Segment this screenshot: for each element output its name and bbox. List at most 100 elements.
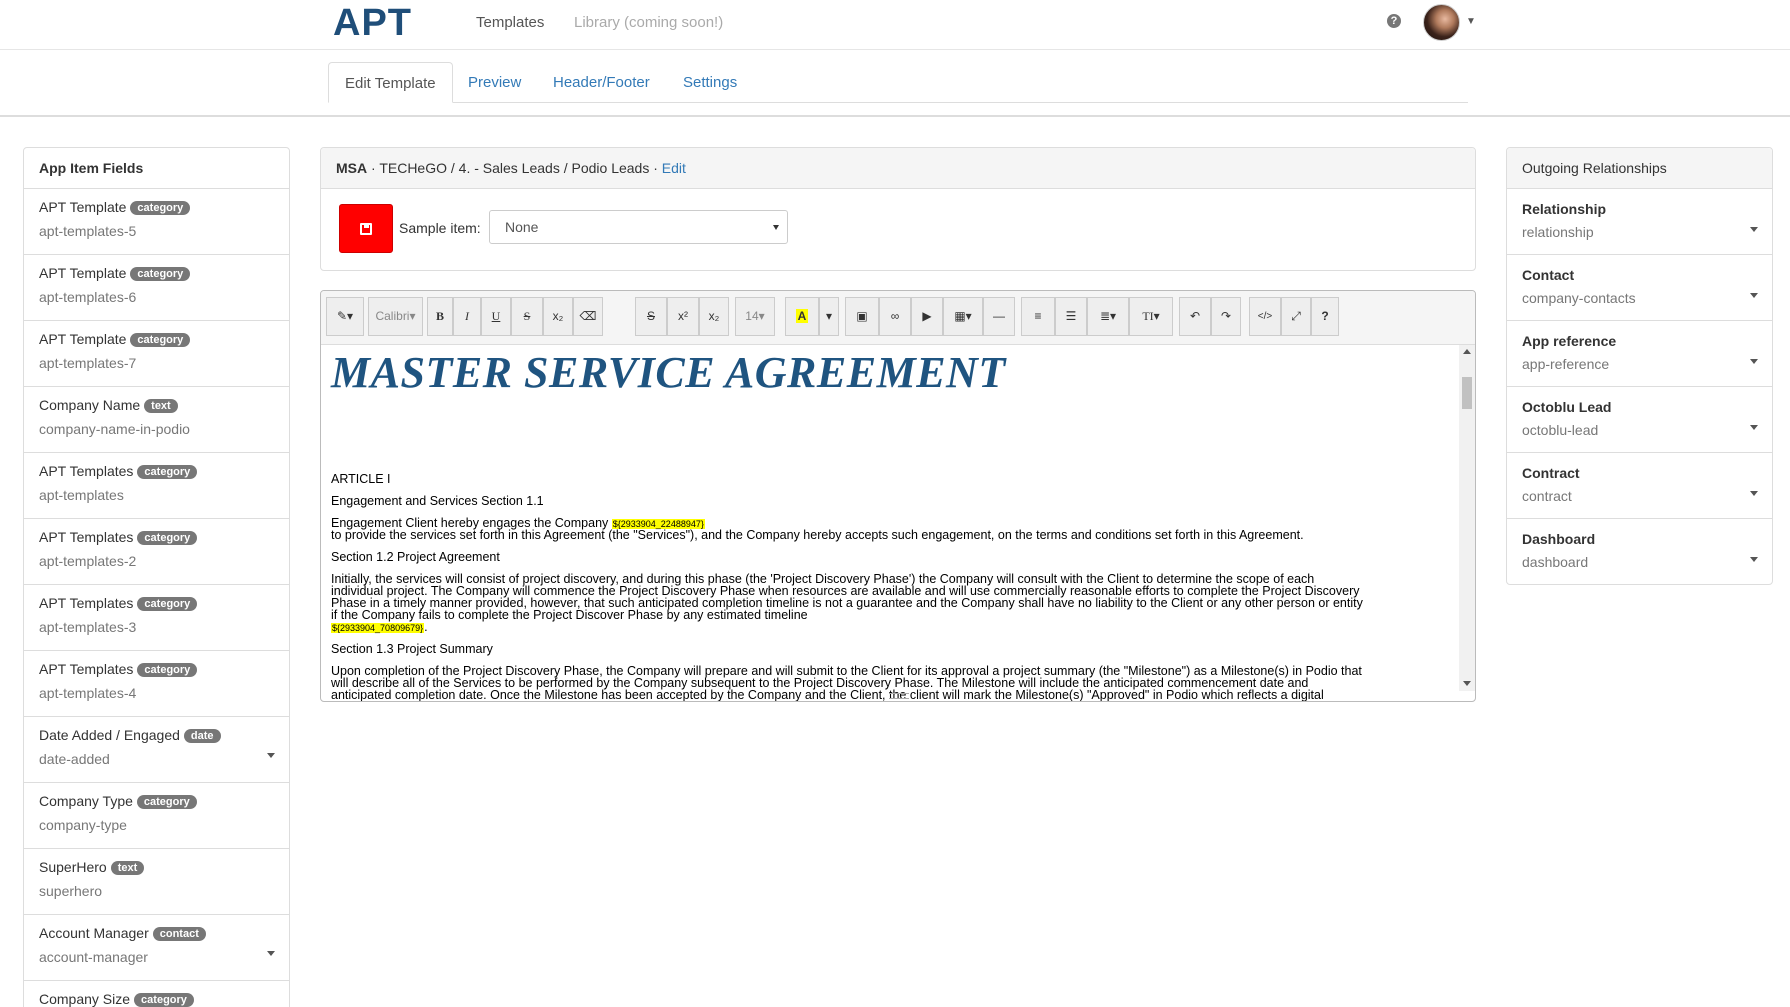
caret-down-icon[interactable]: [1750, 557, 1758, 562]
superscript-button[interactable]: x²: [667, 297, 699, 336]
caret-down-icon[interactable]: [1750, 293, 1758, 298]
bold-button[interactable]: B: [427, 297, 453, 336]
field-item[interactable]: SuperHero text superhero: [24, 849, 289, 915]
caret-down-icon[interactable]: [267, 753, 275, 758]
caret-down-icon[interactable]: [1750, 491, 1758, 496]
field-type-badge: category: [137, 597, 198, 611]
save-button[interactable]: [339, 204, 393, 253]
nav-templates-link[interactable]: Templates: [476, 14, 544, 31]
caret-down-icon[interactable]: ▼: [1466, 16, 1476, 27]
strikethrough-button[interactable]: S: [511, 297, 543, 336]
field-item[interactable]: APT Template category apt-templates-6: [24, 255, 289, 321]
field-slug: apt-templates-7: [39, 355, 137, 371]
field-item[interactable]: APT Templates category apt-templates-4: [24, 651, 289, 717]
relationship-slug: dashboard: [1522, 554, 1589, 570]
code-view-icon[interactable]: </>: [1249, 297, 1281, 336]
relationship-item[interactable]: Dashboard dashboard: [1507, 519, 1772, 585]
engagement-line-2: to provide the services set forth in thi…: [331, 528, 1304, 542]
scroll-thumb[interactable]: [1462, 377, 1472, 409]
user-avatar[interactable]: [1423, 4, 1460, 41]
relationship-item[interactable]: App reference app-reference: [1507, 321, 1772, 387]
relationship-item[interactable]: Contract contract: [1507, 453, 1772, 519]
caret-down-icon[interactable]: [267, 951, 275, 956]
underline-button[interactable]: U: [481, 297, 511, 336]
redo-icon[interactable]: ↷: [1211, 297, 1241, 336]
highlight-color-button[interactable]: A: [785, 297, 819, 336]
field-item[interactable]: APT Template category apt-templates-7: [24, 321, 289, 387]
font-family-dropdown[interactable]: Calibri▾: [368, 297, 423, 336]
field-item[interactable]: Company Type category company-type: [24, 783, 289, 849]
font-size-dropdown[interactable]: 14▾: [735, 297, 775, 336]
field-slug: apt-templates-3: [39, 619, 137, 635]
field-item[interactable]: APT Templates category apt-templates-3: [24, 585, 289, 651]
undo-icon[interactable]: ↶: [1179, 297, 1211, 336]
unordered-list-icon[interactable]: ☰: [1055, 297, 1087, 336]
field-type-badge: category: [137, 531, 198, 545]
edit-link[interactable]: Edit: [662, 160, 686, 176]
field-item[interactable]: Company Name text company-name-in-podio: [24, 387, 289, 453]
resize-handle[interactable]: [889, 693, 909, 699]
app-logo[interactable]: APT: [333, 2, 412, 45]
italic-button[interactable]: I: [453, 297, 481, 336]
sample-item-select[interactable]: None: [489, 210, 788, 244]
tab-header-footer[interactable]: Header/Footer: [537, 62, 666, 103]
scroll-down-arrow-icon[interactable]: [1463, 681, 1471, 686]
caret-down-icon[interactable]: [1750, 425, 1758, 430]
fields-list: APT Template category apt-templates-5 APT T…: [24, 189, 289, 1007]
field-slug: company-name-in-podio: [39, 421, 190, 437]
subscript-button[interactable]: x₂: [543, 297, 573, 336]
field-item[interactable]: Date Added / Engaged date date-added: [24, 717, 289, 783]
field-label-row: Company Name text: [39, 397, 274, 415]
field-type-badge: category: [130, 333, 191, 347]
caret-down-icon[interactable]: [1750, 359, 1758, 364]
tab-bar: Edit Template Preview Header/Footer Sett…: [0, 50, 1790, 117]
field-slug: superhero: [39, 883, 103, 899]
relationship-item[interactable]: Octoblu Lead octoblu-lead: [1507, 387, 1772, 453]
strikethrough-alt-button[interactable]: S: [635, 297, 667, 336]
editor-scrollbar[interactable]: [1459, 345, 1475, 691]
relationship-label: Contract: [1522, 465, 1580, 481]
align-dropdown-icon[interactable]: ≣▾: [1087, 297, 1129, 336]
relationship-item[interactable]: Contact company-contacts: [1507, 255, 1772, 321]
relationship-item[interactable]: Relationship relationship: [1507, 189, 1772, 255]
chevron-down-icon: [773, 225, 779, 230]
help-question-icon[interactable]: ?: [1311, 297, 1339, 336]
help-icon[interactable]: ?: [1387, 14, 1401, 28]
tab-preview[interactable]: Preview: [452, 62, 537, 103]
field-label-row: APT Template category: [39, 331, 274, 349]
link-icon[interactable]: ∞: [879, 297, 911, 336]
relationship-slug: relationship: [1522, 224, 1594, 240]
field-item[interactable]: APT Templates category apt-templates-2: [24, 519, 289, 585]
field-item[interactable]: APT Template category apt-templates-5: [24, 189, 289, 255]
subscript-alt-button[interactable]: x₂: [699, 297, 729, 336]
field-type-badge: category: [134, 993, 194, 1007]
article-heading: ARTICLE I: [331, 472, 391, 486]
field-item[interactable]: APT Templates category apt-templates: [24, 453, 289, 519]
relationship-slug: company-contacts: [1522, 290, 1636, 306]
field-item[interactable]: Company Size category: [24, 981, 289, 1007]
field-label: Company Name: [39, 397, 141, 413]
horizontal-rule-icon[interactable]: —: [983, 297, 1015, 336]
tab-settings[interactable]: Settings: [667, 62, 753, 103]
field-label: Company Type: [39, 793, 133, 809]
color-dropdown-toggle[interactable]: ▾: [819, 297, 839, 336]
relationship-label: Octoblu Lead: [1522, 399, 1612, 415]
video-icon[interactable]: ▶: [911, 297, 943, 336]
text-style-value: TI: [1142, 309, 1154, 323]
ordered-list-icon[interactable]: ≡: [1021, 297, 1055, 336]
table-icon[interactable]: ▦▾: [943, 297, 983, 336]
field-type-badge: category: [136, 795, 197, 809]
eraser-icon[interactable]: ⌫: [573, 297, 603, 336]
picture-icon[interactable]: ▣: [845, 297, 879, 336]
magic-wand-icon[interactable]: ✎▾: [326, 297, 364, 336]
section-1-1-heading: Engagement and Services Section 1.1: [331, 494, 544, 508]
text-style-dropdown[interactable]: TI▾: [1129, 297, 1173, 336]
field-item[interactable]: Account Manager contact account-manager: [24, 915, 289, 981]
caret-down-icon[interactable]: [1750, 227, 1758, 232]
field-label-row: APT Templates category: [39, 661, 274, 679]
relationship-slug: contract: [1522, 488, 1572, 504]
fullscreen-icon[interactable]: ⤢: [1281, 297, 1311, 336]
scroll-up-arrow-icon[interactable]: [1463, 349, 1471, 354]
tab-edit-template[interactable]: Edit Template: [328, 62, 453, 103]
relationship-label: Contact: [1522, 267, 1575, 283]
